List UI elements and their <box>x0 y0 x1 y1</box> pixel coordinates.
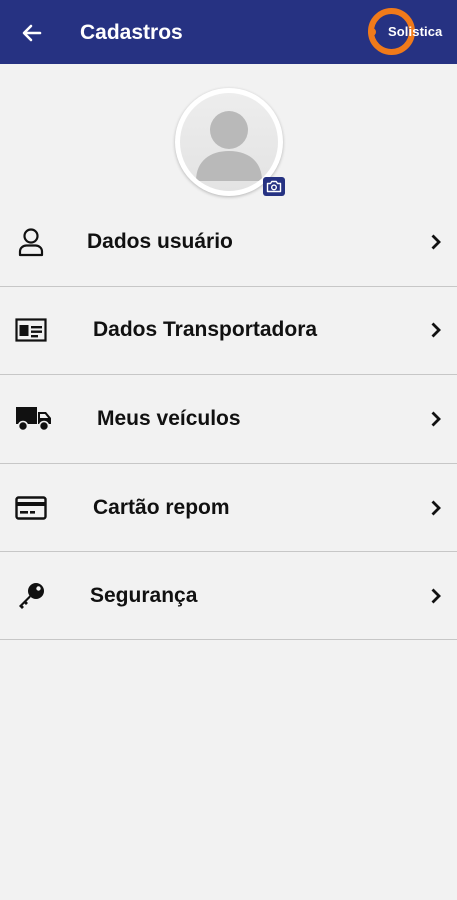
chevron-right-icon <box>429 499 443 517</box>
menu-item-meus-veiculos[interactable]: Meus veículos <box>0 375 457 464</box>
menu-item-label: Dados Transportadora <box>93 318 318 342</box>
chevron-right-icon <box>429 587 443 605</box>
menu-item-dados-transportadora[interactable]: Dados Transportadora <box>0 287 457 376</box>
menu-item-label: Dados usuário <box>87 229 233 253</box>
arrow-left-icon <box>22 24 42 42</box>
brand-name: Solistica <box>388 24 443 39</box>
back-button[interactable] <box>14 17 50 49</box>
id-card-icon <box>14 313 48 347</box>
camera-icon <box>266 180 282 193</box>
key-icon <box>14 579 48 613</box>
menu-item-cartao-repom[interactable]: Cartão repom <box>0 464 457 553</box>
menu-item-label: Meus veículos <box>97 406 241 430</box>
chevron-right-icon <box>429 410 443 428</box>
menu-item-dados-usuario[interactable]: Dados usuário <box>0 198 457 287</box>
registration-menu: Dados usuário Dados Transportadora Meus … <box>0 198 457 641</box>
menu-item-seguranca[interactable]: Segurança <box>0 552 457 641</box>
profile-avatar-container <box>175 88 285 196</box>
brand-dot-icon <box>368 28 376 36</box>
truck-icon <box>14 402 54 436</box>
credit-card-icon <box>14 491 48 525</box>
menu-item-label: Cartão repom <box>93 495 230 519</box>
brand-logo: Solistica <box>364 6 454 58</box>
chevron-right-icon <box>429 321 443 339</box>
change-photo-button[interactable] <box>263 177 285 196</box>
page-title: Cadastros <box>80 21 183 44</box>
menu-item-label: Segurança <box>90 583 198 607</box>
chevron-right-icon <box>429 233 443 251</box>
user-outline-icon <box>14 225 48 259</box>
app-bar: Cadastros Solistica <box>0 0 457 64</box>
default-user-avatar-icon <box>180 93 278 191</box>
